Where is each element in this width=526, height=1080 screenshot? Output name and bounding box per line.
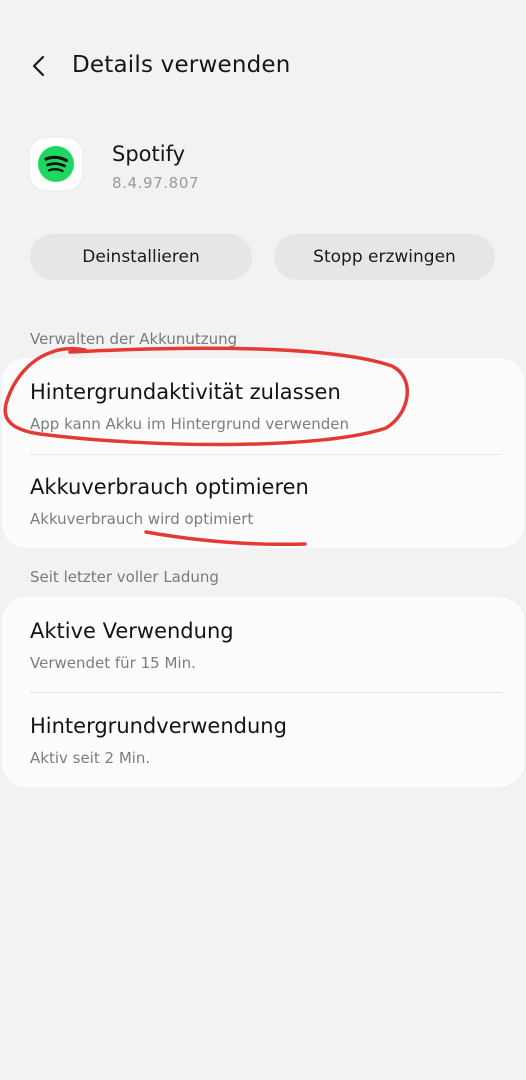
row-title: Hintergrundverwendung — [30, 714, 287, 738]
since-last-charge-card: Aktive Verwendung Verwendet für 15 Min. … — [2, 597, 524, 787]
active-usage-item[interactable]: Aktive Verwendung Verwendet für 15 Min. — [2, 597, 524, 693]
row-title: Hintergrundaktivität zulassen — [30, 380, 341, 404]
background-usage-item[interactable]: Hintergrundverwendung Aktiv seit 2 Min. — [2, 693, 524, 787]
battery-management-card: Hintergrundaktivität zulassen App kann A… — [2, 358, 524, 548]
section-label-since-last-charge: Seit letzter voller Ladung — [30, 568, 219, 586]
row-subtitle: Verwendet für 15 Min. — [30, 654, 196, 672]
allow-background-activity-item[interactable]: Hintergrundaktivität zulassen App kann A… — [2, 358, 524, 454]
header-bar: Details verwenden — [0, 40, 526, 96]
spotify-app-icon — [30, 138, 82, 190]
row-title: Akkuverbrauch optimieren — [30, 475, 309, 499]
chevron-left-icon — [30, 54, 50, 82]
back-button[interactable] — [22, 50, 58, 86]
page-title: Details verwenden — [72, 52, 291, 78]
row-title: Aktive Verwendung — [30, 619, 234, 643]
app-info: Spotify 8.4.97.807 — [30, 138, 500, 202]
row-subtitle: Aktiv seit 2 Min. — [30, 749, 151, 767]
row-subtitle: App kann Akku im Hintergrund verwenden — [30, 415, 349, 433]
app-name: Spotify — [112, 142, 186, 166]
force-stop-button[interactable]: Stopp erzwingen — [274, 234, 495, 280]
uninstall-button[interactable]: Deinstallieren — [30, 234, 252, 280]
app-version: 8.4.97.807 — [112, 174, 200, 192]
row-subtitle: Akkuverbrauch wird optimiert — [30, 510, 254, 528]
section-label-battery-management: Verwalten der Akkunutzung — [30, 330, 238, 348]
optimize-battery-usage-item[interactable]: Akkuverbrauch optimieren Akkuverbrauch w… — [2, 455, 524, 548]
